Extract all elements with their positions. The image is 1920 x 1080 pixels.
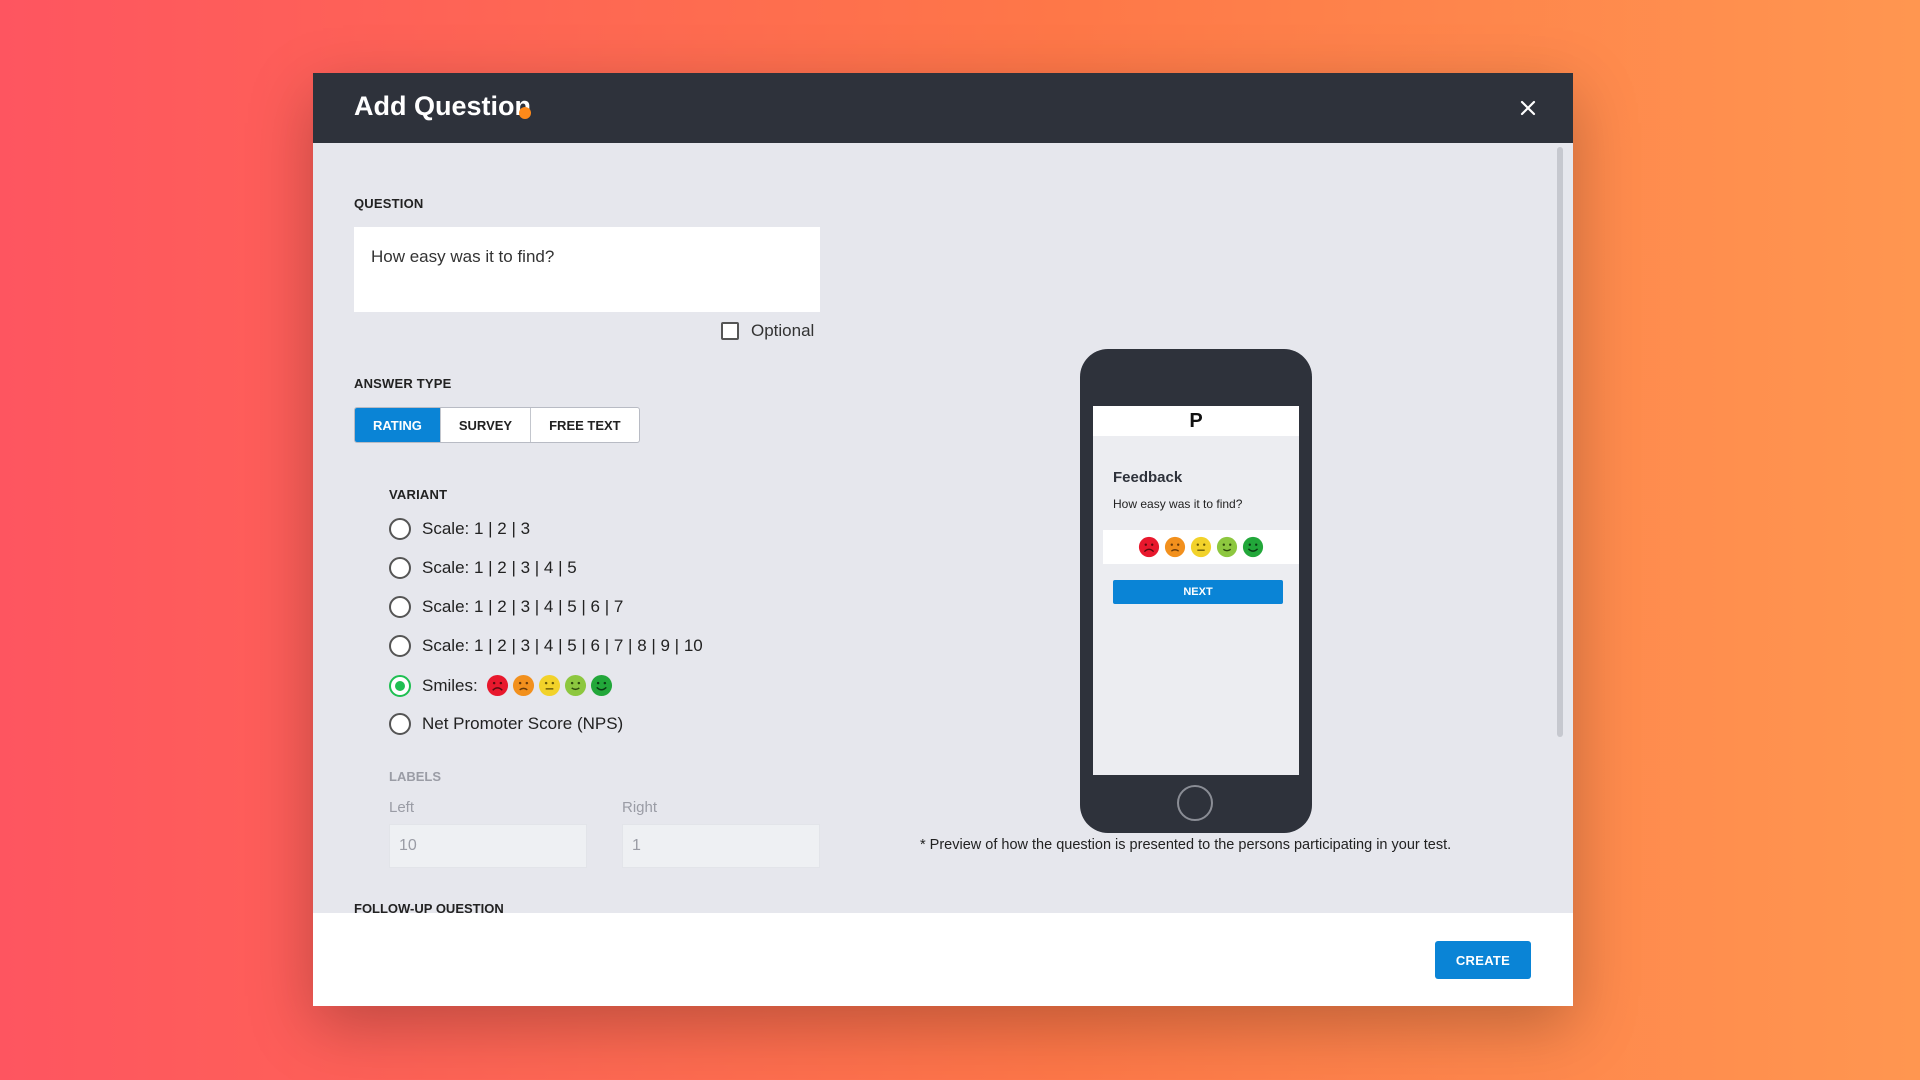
variant-option-scale-10[interactable]: Scale: 1 | 2 | 3 | 4 | 5 | 6 | 7 | 8 | 9… [389,635,703,657]
modal-header: Add Question [313,73,1573,143]
radio-button-checked[interactable] [389,674,411,697]
preview-smiles-row [1103,530,1299,564]
radio-button[interactable] [389,713,411,735]
create-button[interactable]: CREATE [1435,941,1531,979]
preview-note: * Preview of how the question is present… [920,837,1452,853]
add-question-modal: Add Question QUESTION How easy was it to… [313,73,1573,1006]
optional-label: Optional [751,321,815,340]
preview-next-button: NEXT [1113,580,1283,604]
right-label-input[interactable]: 1 [622,824,820,868]
close-icon [1520,100,1536,116]
phone-screen: P Feedback How easy was it to find? NEXT [1093,406,1299,775]
variant-option-scale-3[interactable]: Scale: 1 | 2 | 3 [389,518,530,540]
question-section-label: QUESTION [354,196,424,211]
phone-preview: P Feedback How easy was it to find? NEXT [1080,349,1312,833]
modal-body: QUESTION How easy was it to find? Option… [313,143,1573,986]
answer-type-tabs: RATING SURVEY FREE TEXT [354,407,640,443]
phone-logo-bar: P [1093,406,1299,436]
question-input[interactable]: How easy was it to find? [354,227,820,312]
tab-free-text[interactable]: FREE TEXT [531,408,639,442]
modal-title: Add Question [354,91,531,121]
variant-option-label: Smiles: [422,675,478,695]
left-label-caption: Left [389,799,415,816]
preview-feedback-title: Feedback [1113,469,1183,486]
variant-option-label: Scale: 1 | 2 | 3 | 4 | 5 | 6 | 7 | 8 | 9… [422,636,703,655]
variant-option-label: Scale: 1 | 2 | 3 | 4 | 5 [422,558,577,577]
sad-face-icon [1164,536,1186,558]
answer-type-section-label: ANSWER TYPE [354,376,452,391]
neutral-face-icon [1190,536,1212,558]
radio-button[interactable] [389,557,411,579]
very-happy-face-icon [1242,536,1264,558]
labels-section-label: LABELS [389,769,441,784]
left-label-input[interactable]: 10 [389,824,587,868]
very-sad-face-icon [1138,536,1160,558]
very-sad-face-icon [486,674,508,697]
tab-rating[interactable]: RATING [355,408,441,442]
tab-survey[interactable]: SURVEY [441,408,532,442]
variant-option-label: Net Promoter Score (NPS) [422,714,624,733]
variant-option-nps[interactable]: Net Promoter Score (NPS) [389,713,623,735]
happy-face-icon [564,674,586,697]
radio-button[interactable] [389,518,411,540]
variant-option-smiles[interactable]: Smiles: [389,674,616,697]
preview-question: How easy was it to find? [1113,497,1243,511]
variant-option-label: Scale: 1 | 2 | 3 | 4 | 5 | 6 | 7 [422,597,624,616]
phone-home-button [1177,785,1213,821]
scrollbar-thumb[interactable] [1557,147,1563,737]
radio-button[interactable] [389,596,411,618]
optional-checkbox[interactable] [721,322,739,340]
smiles-row [486,674,616,697]
radio-button[interactable] [389,635,411,657]
variant-option-scale-7[interactable]: Scale: 1 | 2 | 3 | 4 | 5 | 6 | 7 [389,596,623,618]
right-label-caption: Right [622,799,658,816]
brand-logo: P [1189,409,1203,432]
brand-dot-icon [519,107,531,119]
close-button[interactable] [1513,93,1543,123]
neutral-face-icon [538,674,560,697]
happy-face-icon [1216,536,1238,558]
sad-face-icon [512,674,534,697]
modal-footer: CREATE [313,913,1573,1006]
variant-section-label: VARIANT [389,487,448,502]
variant-option-label: Scale: 1 | 2 | 3 [422,519,531,538]
optional-checkbox-row[interactable]: Optional [721,321,814,341]
very-happy-face-icon [590,674,612,697]
variant-option-scale-5[interactable]: Scale: 1 | 2 | 3 | 4 | 5 [389,557,577,579]
